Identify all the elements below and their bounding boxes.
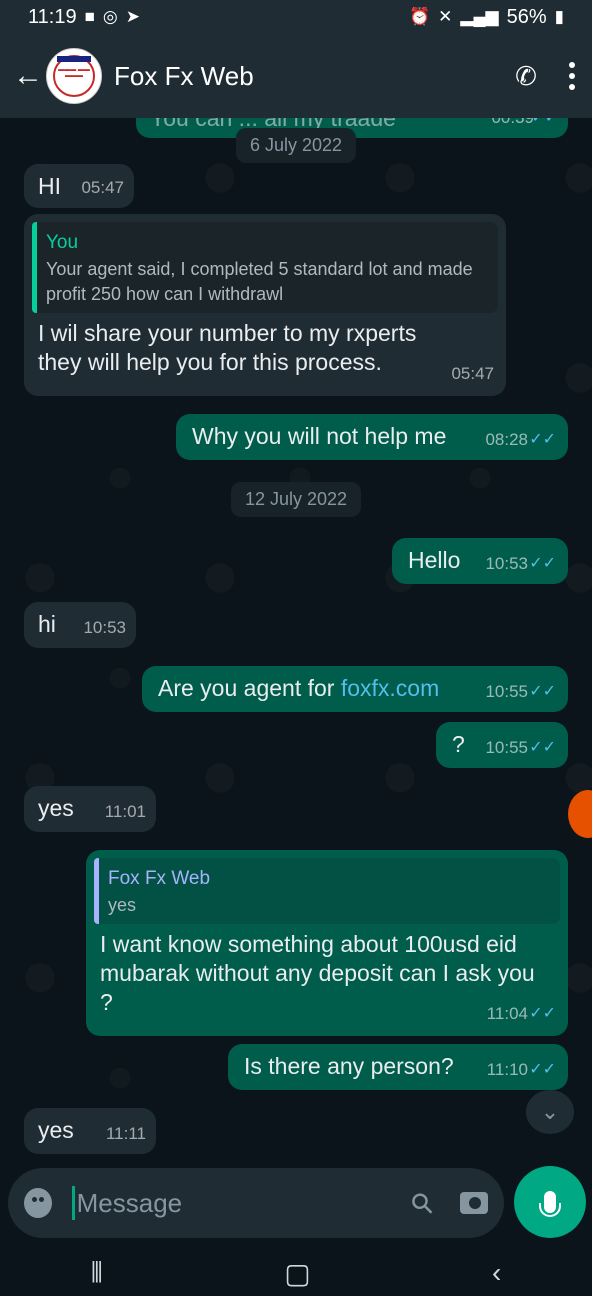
avatar[interactable]: ▬▬▬ ▬▬ ▬▬▬	[46, 48, 102, 104]
mute-icon: ✕	[438, 7, 453, 26]
message-outgoing[interactable]: Hello 10:53 ✓✓	[392, 538, 568, 584]
message-text: Are you agent for	[158, 675, 341, 701]
message-input-box[interactable]: ⚲	[8, 1168, 504, 1238]
read-ticks-icon: ✓✓	[529, 1005, 556, 1022]
whatsapp-icon: ◎	[102, 7, 118, 26]
status-time: 11:19	[28, 5, 77, 28]
message-incoming[interactable]: yes 11:11	[24, 1108, 156, 1154]
emoji-icon[interactable]	[24, 1188, 52, 1218]
message-outgoing[interactable]: Is there any person? 11:10 ✓✓	[228, 1044, 568, 1090]
signal-icon: ▂▄▆	[460, 7, 499, 26]
read-ticks-icon: ✓✓	[531, 118, 558, 132]
quote-author: You	[46, 232, 79, 253]
message-time: 00:39	[491, 118, 534, 132]
mic-icon	[539, 1191, 561, 1217]
status-bar: 11:19 ■ ◎ ➤ ⏰ ✕ ▂▄▆ 56% ▮	[0, 0, 592, 34]
message-outgoing[interactable]: Are you agent for foxfx.com 10:55 ✓✓	[142, 666, 568, 712]
home-icon[interactable]: ▢	[284, 1257, 310, 1290]
more-options-icon[interactable]	[552, 62, 592, 90]
message-text: HI	[38, 173, 61, 199]
quoted-message[interactable]: You Your agent said, I completed 5 stand…	[32, 222, 498, 313]
date-separator: 12 July 2022	[230, 482, 362, 517]
avatar-text: ▬▬▬ ▬▬ ▬▬▬	[58, 67, 90, 79]
back-arrow-icon[interactable]: ←	[6, 59, 50, 93]
message-outgoing[interactable]: ? 10:55 ✓✓	[436, 722, 568, 768]
message-time: 10:55	[485, 682, 528, 701]
message-time: 11:01	[104, 802, 146, 821]
quoted-message[interactable]: Fox Fx Web yes	[94, 858, 560, 924]
alarm-icon: ⏰	[408, 7, 431, 26]
quote-text: yes	[108, 895, 137, 915]
message-text: ?	[452, 731, 465, 757]
system-nav-bar: ⦀ ▢ ‹	[0, 1250, 592, 1296]
read-ticks-icon: ✓✓	[529, 739, 556, 756]
message-time: 10:55	[485, 738, 528, 757]
composer: ⚲	[0, 1160, 592, 1250]
chat-title[interactable]: Fox Fx Web	[114, 61, 500, 92]
add-call-icon[interactable]: ✆	[500, 61, 552, 92]
quote-text: Your agent said, I completed 5 standard …	[46, 259, 473, 304]
message-text: Why you will not help me	[192, 423, 447, 449]
read-ticks-icon: ✓✓	[529, 683, 556, 700]
camera-icon[interactable]	[460, 1192, 488, 1214]
date-separator: 6 July 2022	[235, 128, 357, 163]
recents-icon[interactable]: ⦀	[91, 1257, 103, 1290]
message-text: I wil share your number to my rxperts th…	[38, 320, 417, 375]
message-time: 05:47	[451, 364, 494, 383]
avatar-banner	[57, 56, 91, 62]
message-time: 11:04	[486, 1004, 528, 1023]
telegram-icon: ➤	[125, 7, 140, 26]
battery-percent: 56%	[506, 5, 547, 28]
chat-header: ← ▬▬▬ ▬▬ ▬▬▬ Fox Fx Web ✆	[0, 34, 592, 118]
message-time: 10:53	[83, 618, 126, 637]
message-time: 08:28	[485, 430, 528, 449]
message-outgoing-reply[interactable]: Fox Fx Web yes I want know something abo…	[86, 850, 568, 1036]
message-text: Hello	[408, 547, 461, 573]
mic-button[interactable]	[514, 1166, 586, 1238]
message-incoming-reply[interactable]: You Your agent said, I completed 5 stand…	[24, 214, 506, 396]
message-incoming[interactable]: hi 10:53	[24, 602, 136, 648]
message-input[interactable]	[74, 1187, 412, 1219]
message-text: hi	[38, 611, 56, 637]
scroll-down-icon[interactable]: ⌄	[526, 1090, 574, 1134]
message-outgoing[interactable]: Why you will not help me 08:28 ✓✓	[176, 414, 568, 460]
message-incoming[interactable]: yes 11:01	[24, 786, 156, 832]
video-icon: ■	[84, 7, 95, 26]
message-text: I want know something about 100usd eid m…	[100, 931, 535, 1015]
message-incoming[interactable]: HI 05:47	[24, 164, 134, 208]
message-time: 10:53	[485, 554, 528, 573]
message-text: Is there any person?	[244, 1053, 454, 1079]
message-time: 05:47	[81, 178, 124, 197]
message-link[interactable]: foxfx.com	[341, 675, 439, 701]
read-ticks-icon: ✓✓	[529, 431, 556, 448]
message-time: 11:10	[486, 1060, 528, 1079]
read-ticks-icon: ✓✓	[529, 555, 556, 572]
back-nav-icon[interactable]: ‹	[492, 1257, 501, 1289]
quote-author: Fox Fx Web	[108, 868, 211, 889]
message-text: yes	[38, 1117, 74, 1143]
read-ticks-icon: ✓✓	[529, 1061, 556, 1078]
battery-icon: ▮	[554, 7, 564, 26]
message-time: 11:11	[105, 1124, 146, 1143]
message-list[interactable]: You can ... all my traade 00:39 ✓✓ 6 Jul…	[0, 118, 592, 1160]
message-text: yes	[38, 795, 74, 821]
